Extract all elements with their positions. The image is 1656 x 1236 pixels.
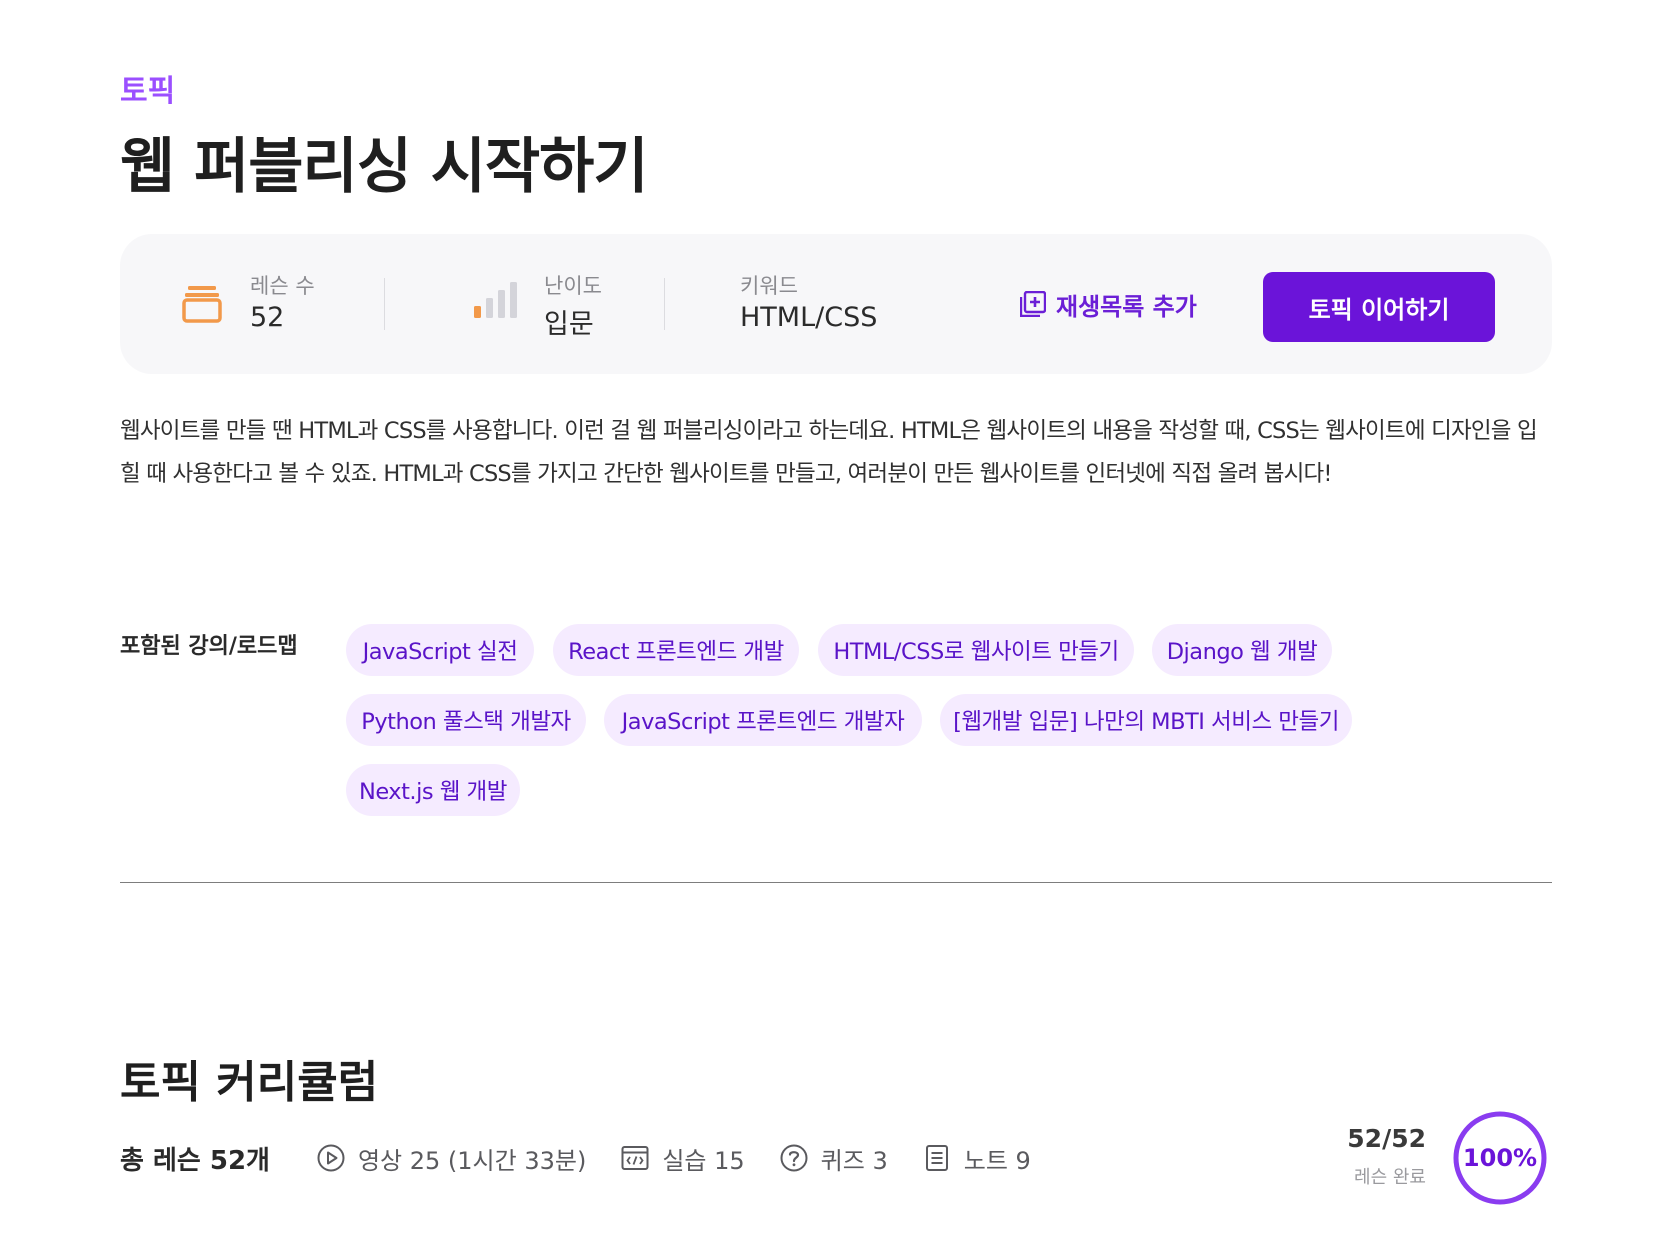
stat-keyword-value: HTML/CSS bbox=[740, 302, 878, 333]
continue-topic-button[interactable]: 토픽 이어하기 bbox=[1263, 272, 1495, 342]
stat-divider bbox=[384, 278, 385, 330]
course-chip[interactable]: HTML/CSS로 웹사이트 만들기 bbox=[818, 624, 1134, 676]
stat-divider bbox=[664, 278, 665, 330]
page-title: 웹 퍼블리싱 시작하기 bbox=[120, 132, 649, 202]
course-chip[interactable]: React 프론트엔드 개발 bbox=[553, 624, 799, 676]
signal-bars-icon bbox=[474, 282, 517, 318]
meta-video-label: 영상 25 (1시간 33분) bbox=[357, 1146, 587, 1175]
stat-lessons-label: 레슨 수 bbox=[250, 274, 315, 298]
curriculum-summary: 총 레슨 52개 영상 25 (1시간 33분) 실습 15 퀴즈 3 노트 9 bbox=[120, 1136, 1065, 1180]
code-window-icon bbox=[621, 1146, 649, 1170]
playlist-add-icon bbox=[1020, 291, 1046, 317]
stacked-cards-icon bbox=[182, 286, 222, 323]
course-chip[interactable]: Django 웹 개발 bbox=[1152, 624, 1332, 676]
meta-note: 노트 9 bbox=[922, 1141, 1031, 1176]
included-courses-label: 포함된 강의/로드맵 bbox=[120, 634, 298, 659]
add-to-playlist-label: 재생목록 추가 bbox=[1056, 292, 1197, 321]
meta-quiz-label: 퀴즈 3 bbox=[820, 1146, 888, 1175]
play-circle-icon bbox=[317, 1144, 345, 1172]
meta-practice-label: 실습 15 bbox=[662, 1146, 745, 1175]
add-to-playlist-button[interactable]: 재생목록 추가 bbox=[1020, 278, 1197, 330]
note-icon bbox=[925, 1145, 948, 1171]
stat-difficulty-value: 입문 bbox=[544, 309, 594, 340]
course-chip[interactable]: Next.js 웹 개발 bbox=[346, 764, 520, 816]
progress-label: 레슨 완료 bbox=[1354, 1167, 1426, 1188]
progress-count: 52/52 bbox=[1347, 1124, 1426, 1153]
course-chip[interactable]: [웹개발 입문] 나만의 MBTI 서비스 만들기 bbox=[940, 694, 1352, 746]
topic-info-card: 레슨 수 52 난이도 입문 키워드 HTML/CSS 재생목록 추가 토픽 이… bbox=[120, 234, 1552, 374]
topic-eyebrow: 토픽 bbox=[120, 74, 176, 109]
stat-difficulty-label: 난이도 bbox=[544, 274, 602, 298]
meta-practice: 실습 15 bbox=[620, 1141, 745, 1176]
stat-keyword-label: 키워드 bbox=[740, 274, 798, 298]
meta-video: 영상 25 (1시간 33분) bbox=[316, 1141, 586, 1176]
course-chip[interactable]: Python 풀스택 개발자 bbox=[346, 694, 586, 746]
stat-lessons-value: 52 bbox=[250, 302, 285, 333]
topic-description: 웹사이트를 만들 땐 HTML과 CSS를 사용합니다. 이런 걸 웹 퍼블리싱… bbox=[120, 418, 1538, 487]
question-circle-icon bbox=[780, 1144, 808, 1172]
section-divider bbox=[120, 882, 1552, 883]
progress-summary: 52/52 레슨 완료 bbox=[1250, 1124, 1426, 1189]
curriculum-title: 토픽 커리큘럼 bbox=[120, 1057, 379, 1108]
total-lessons: 총 레슨 52개 bbox=[120, 1145, 270, 1176]
meta-quiz: 퀴즈 3 bbox=[779, 1141, 888, 1176]
meta-note-label: 노트 9 bbox=[963, 1146, 1031, 1175]
progress-percent: 100% bbox=[1462, 1144, 1538, 1172]
course-chip[interactable]: JavaScript 실전 bbox=[346, 624, 534, 676]
course-chip[interactable]: JavaScript 프론트엔드 개발자 bbox=[604, 694, 922, 746]
